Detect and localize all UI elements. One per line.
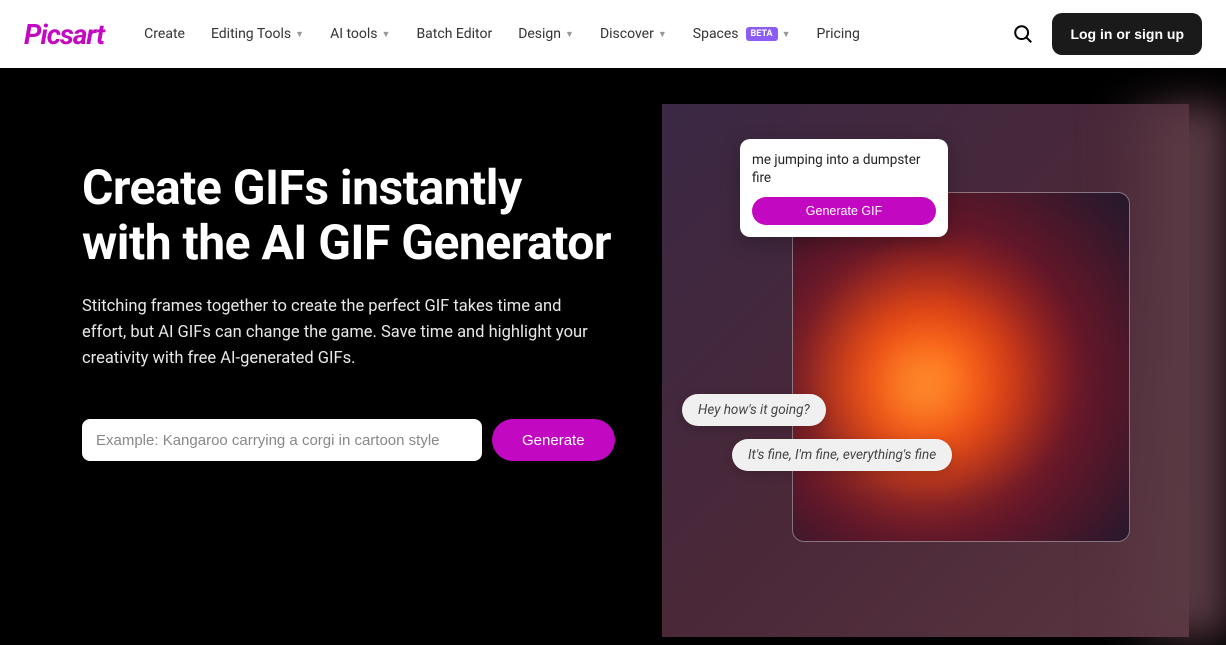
beta-badge: BETA <box>746 27 778 41</box>
hero-section: Create GIFs instantly with the AI GIF Ge… <box>0 68 1226 645</box>
hero-left: Create GIFs instantly with the AI GIF Ge… <box>82 68 622 645</box>
chevron-down-icon: ▼ <box>295 29 304 40</box>
nav-discover[interactable]: Discover▼ <box>600 26 667 42</box>
hero-title: Create GIFs instantly with the AI GIF Ge… <box>82 160 622 270</box>
header: Picsart Create Editing Tools▼ AI tools▼ … <box>0 0 1226 68</box>
chat-bubble-1: Hey how's it going? <box>682 394 826 426</box>
search-icon[interactable] <box>1012 23 1034 45</box>
nav-create[interactable]: Create <box>144 26 185 42</box>
login-button[interactable]: Log in or sign up <box>1052 13 1202 55</box>
hero-preview: me jumping into a dumpster fire Generate… <box>662 104 1189 637</box>
sample-prompt-text: me jumping into a dumpster fire <box>752 151 936 187</box>
sample-generate-button[interactable]: Generate GIF <box>752 197 936 225</box>
chevron-down-icon: ▼ <box>382 29 391 40</box>
chevron-down-icon: ▼ <box>782 29 791 40</box>
nav-batch-editor[interactable]: Batch Editor <box>416 26 492 42</box>
prompt-row: Generate <box>82 419 622 461</box>
chat-bubble-2: It's fine, I'm fine, everything's fine <box>732 439 952 471</box>
hero-description: Stitching frames together to create the … <box>82 294 592 371</box>
main-nav: Create Editing Tools▼ AI tools▼ Batch Ed… <box>144 26 972 42</box>
nav-editing-tools[interactable]: Editing Tools▼ <box>211 26 304 42</box>
header-right: Log in or sign up <box>1012 13 1202 55</box>
generate-button[interactable]: Generate <box>492 419 615 461</box>
sample-prompt-card: me jumping into a dumpster fire Generate… <box>740 139 948 237</box>
nav-ai-tools[interactable]: AI tools▼ <box>330 26 390 42</box>
nav-design[interactable]: Design▼ <box>518 26 574 42</box>
prompt-input[interactable] <box>82 419 482 461</box>
chevron-down-icon: ▼ <box>565 29 574 40</box>
nav-spaces[interactable]: SpacesBETA▼ <box>693 26 791 42</box>
chevron-down-icon: ▼ <box>658 29 667 40</box>
preview-frame <box>792 192 1130 542</box>
logo[interactable]: Picsart <box>24 18 104 51</box>
nav-pricing[interactable]: Pricing <box>817 26 860 42</box>
